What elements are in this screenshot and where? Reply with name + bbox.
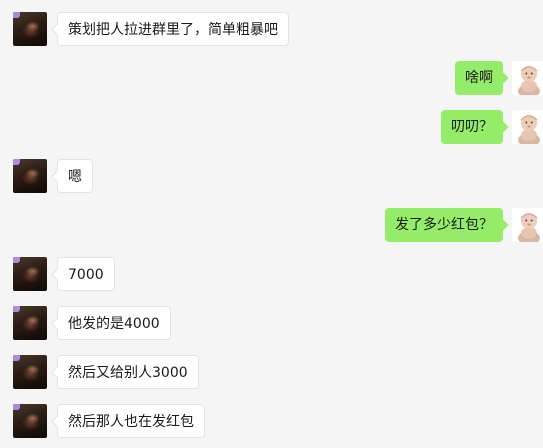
contact-avatar[interactable]: [13, 355, 47, 389]
avatar-badge: [13, 12, 20, 18]
message-text: 叨叨？: [451, 119, 493, 135]
outgoing-message-bubble[interactable]: 发了多少红包？: [385, 208, 503, 242]
message-text: 7000: [68, 267, 104, 283]
baby-avatar-icon: [512, 208, 543, 242]
incoming-message-bubble[interactable]: 然后那人也在发红包: [57, 404, 205, 438]
contact-avatar[interactable]: [13, 12, 47, 46]
contact-avatar[interactable]: [13, 257, 47, 291]
message-text: 嗯: [68, 169, 82, 185]
outgoing-message-bubble[interactable]: 啥啊: [455, 61, 503, 95]
incoming-message-bubble[interactable]: 他发的是4000: [57, 306, 171, 340]
incoming-message-bubble[interactable]: 嗯: [57, 159, 93, 193]
message-text: 啥啊: [465, 70, 493, 86]
avatar-badge: [13, 306, 20, 312]
message-text: 然后又给别人3000: [68, 365, 188, 381]
outgoing-message-bubble[interactable]: 叨叨？: [441, 110, 503, 144]
self-avatar[interactable]: [512, 110, 543, 144]
avatar-badge: [13, 355, 20, 361]
incoming-message-bubble[interactable]: 然后又给别人3000: [57, 355, 199, 389]
self-avatar[interactable]: [512, 61, 543, 95]
incoming-message-bubble[interactable]: 策划把人拉进群里了，简单粗暴吧: [57, 12, 289, 46]
baby-avatar-icon: [512, 110, 543, 144]
self-avatar[interactable]: [512, 208, 543, 242]
message-text: 他发的是4000: [68, 316, 160, 332]
contact-avatar[interactable]: [13, 159, 47, 193]
message-text: 然后那人也在发红包: [68, 414, 194, 430]
message-text: 策划把人拉进群里了，简单粗暴吧: [68, 22, 278, 38]
message-text: 发了多少红包？: [395, 217, 493, 233]
contact-avatar[interactable]: [13, 404, 47, 438]
chat-message-list: 策划把人拉进群里了，简单粗暴吧 啥啊 叨叨？ 嗯 发了多少红包？ 7000 他发…: [0, 0, 543, 448]
avatar-badge: [13, 404, 20, 410]
baby-avatar-icon: [512, 61, 543, 95]
incoming-message-bubble[interactable]: 7000: [57, 257, 115, 291]
avatar-badge: [13, 159, 20, 165]
avatar-badge: [13, 257, 20, 263]
contact-avatar[interactable]: [13, 306, 47, 340]
